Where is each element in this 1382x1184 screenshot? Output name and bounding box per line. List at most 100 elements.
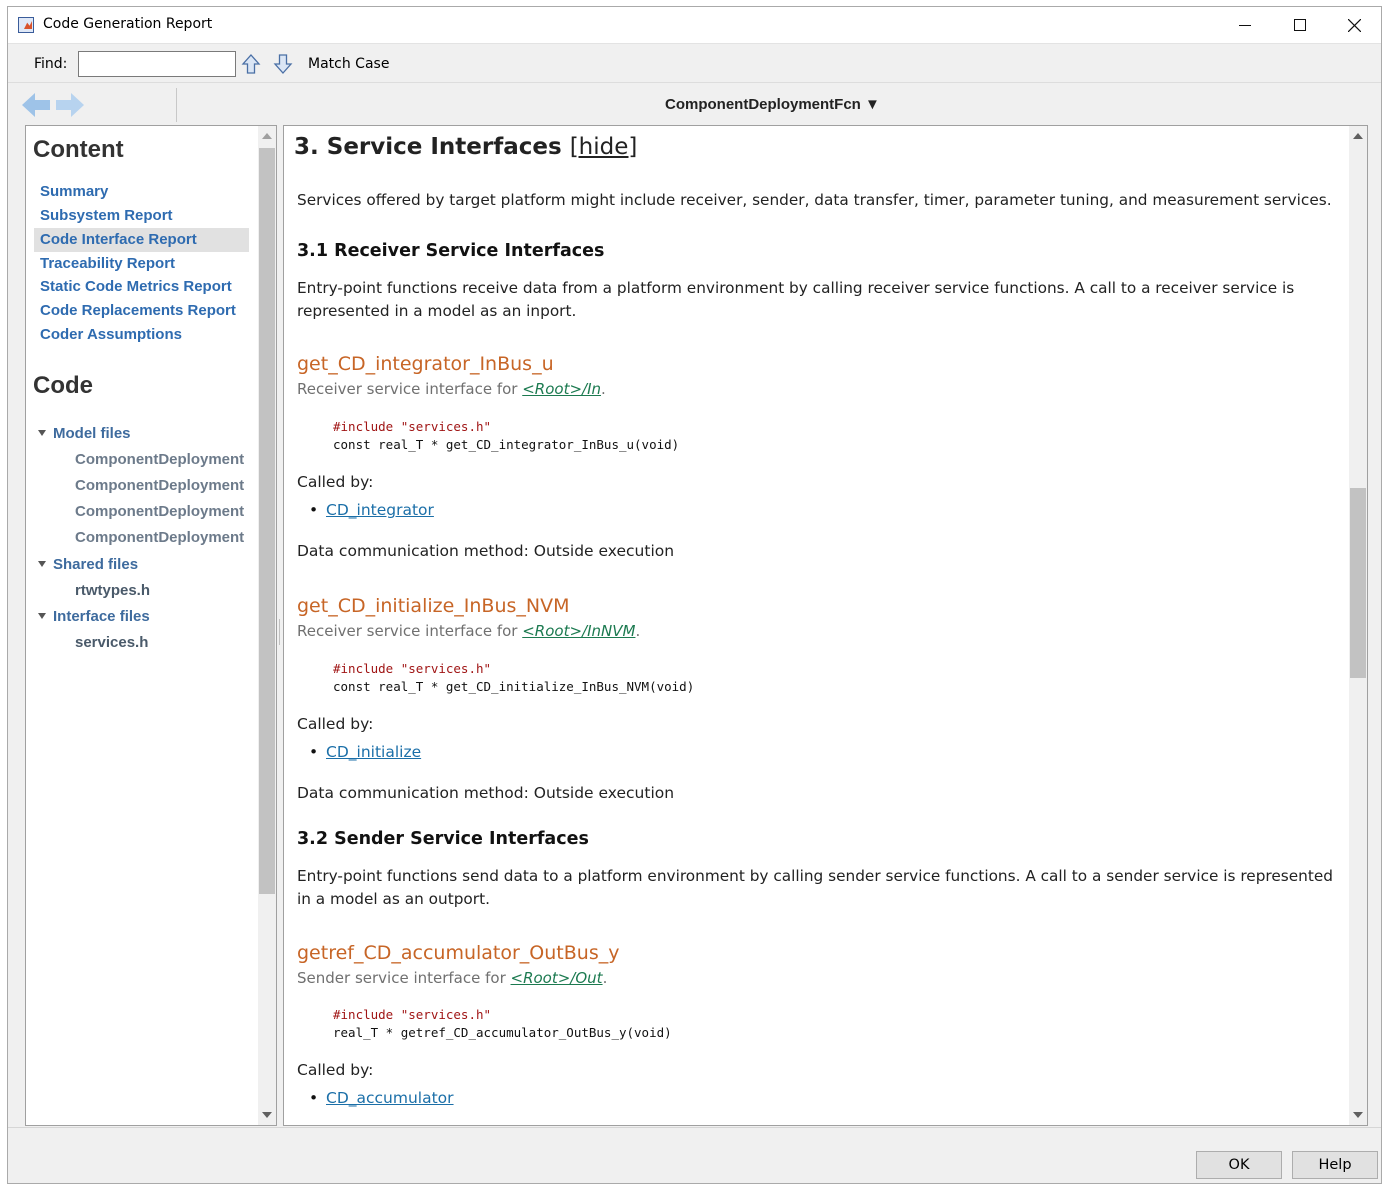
toc-code-replacements-report[interactable]: Code Replacements Report	[34, 299, 249, 323]
root-port-link[interactable]: <Root>/InNVM	[522, 622, 635, 640]
window-title: Code Generation Report	[43, 16, 213, 32]
footer-separator	[8, 1127, 1381, 1128]
called-by-label: Called by:	[297, 473, 374, 491]
code-signature: const real_T * get_CD_initialize_InBus_N…	[333, 679, 695, 694]
close-button[interactable]	[1327, 7, 1381, 43]
match-case-toggle[interactable]: Match Case	[308, 56, 389, 72]
code-signature: real_T * getref_CD_accumulator_OutBus_y(…	[333, 1025, 672, 1040]
expand-triangle-icon	[38, 561, 46, 568]
caller-link: CD_accumulator	[309, 1089, 454, 1107]
scrollbar-thumb[interactable]	[1350, 488, 1366, 678]
section-intro: Services offered by target platform migh…	[297, 191, 1332, 209]
data-communication-method: Data communication method: Outside execu…	[297, 542, 675, 560]
tree-folder-label: Model files	[53, 425, 131, 442]
code-include: #include "services.h"	[333, 419, 492, 434]
help-button[interactable]: Help	[1292, 1151, 1378, 1179]
function-name: getref_CD_accumulator_OutBus_y	[297, 942, 620, 964]
report-window: Code Generation Report Find: Match Case	[7, 6, 1382, 1184]
toc-code-interface-report[interactable]: Code Interface Report	[34, 228, 249, 252]
function-desc-text: Receiver service interface for	[297, 380, 523, 398]
function-desc-suffix: .	[601, 380, 606, 398]
scroll-up-icon[interactable]	[1353, 133, 1363, 139]
arrow-down-icon	[273, 54, 293, 74]
tree-folder-model-files[interactable]: Model files	[38, 422, 131, 446]
root-port-link[interactable]: <Root>/Out	[511, 969, 603, 987]
sender-interfaces-heading: 3.2 Sender Service Interfaces	[297, 829, 589, 849]
function-desc-suffix: .	[635, 622, 641, 640]
navigation-bar: ComponentDeploymentFcn ▼	[8, 84, 1381, 126]
scroll-down-icon[interactable]	[1353, 1112, 1363, 1118]
tree-file[interactable]: ComponentDeployment	[75, 474, 244, 498]
contents-scrollbar[interactable]	[258, 126, 276, 1125]
tree-file[interactable]: ComponentDeployment	[75, 526, 244, 550]
hide-section-link[interactable]: [hide]	[570, 134, 638, 160]
code-include: #include "services.h"	[333, 661, 492, 676]
function-description: Sender service interface for <Root>/Out.	[297, 969, 607, 987]
app-icon	[18, 17, 34, 33]
caller-link: CD_integrator	[309, 501, 434, 519]
minimize-button[interactable]	[1218, 7, 1272, 43]
tree-file[interactable]: rtwtypes.h	[75, 579, 150, 603]
expand-triangle-icon	[38, 430, 46, 437]
arrow-up-icon	[241, 54, 261, 74]
content-scrollbar[interactable]	[1349, 126, 1367, 1125]
function-description: Receiver service interface for <Root>/In…	[297, 622, 640, 640]
function-name: get_CD_integrator_InBus_u	[297, 353, 554, 375]
scroll-up-icon[interactable]	[262, 133, 272, 139]
toc-summary[interactable]: Summary	[34, 180, 249, 204]
maximize-button[interactable]	[1273, 7, 1327, 43]
minimize-icon	[1239, 25, 1251, 26]
called-by-label: Called by:	[297, 1061, 374, 1079]
tree-file[interactable]: ComponentDeployment	[75, 500, 244, 524]
forward-arrow-icon	[56, 93, 84, 117]
document-selector[interactable]: ComponentDeploymentFcn ▼	[665, 96, 880, 113]
caller-link-text[interactable]: CD_accumulator	[326, 1089, 454, 1107]
back-button[interactable]	[20, 92, 52, 118]
code-block: #include "services.h" const real_T * get…	[333, 418, 679, 454]
code-heading: Code	[33, 372, 93, 399]
toc-traceability-report[interactable]: Traceability Report	[34, 252, 249, 276]
scrollbar-thumb[interactable]	[259, 148, 275, 894]
caller-link-text[interactable]: CD_initialize	[326, 743, 421, 761]
ok-button[interactable]: OK	[1196, 1151, 1282, 1179]
code-block: #include "services.h" const real_T * get…	[333, 660, 694, 696]
forward-button[interactable]	[54, 92, 86, 118]
section-title: 3. Service Interfaces [hide]	[294, 134, 637, 160]
expand-triangle-icon	[38, 613, 46, 620]
toc-subsystem-report[interactable]: Subsystem Report	[34, 204, 249, 228]
function-description: Receiver service interface for <Root>/In…	[297, 380, 606, 398]
tree-folder-shared-files[interactable]: Shared files	[38, 553, 138, 577]
contents-pane: Content Summary Subsystem Report Code In…	[25, 125, 277, 1126]
scroll-down-icon[interactable]	[262, 1112, 272, 1118]
tree-folder-interface-files[interactable]: Interface files	[38, 605, 150, 629]
find-previous-button[interactable]	[240, 53, 262, 75]
toc-coder-assumptions[interactable]: Coder Assumptions	[34, 323, 249, 347]
content-heading: Content	[33, 136, 124, 163]
function-desc-text: Sender service interface for	[297, 969, 511, 987]
tree-folder-label: Shared files	[53, 556, 139, 573]
find-toolbar: Find: Match Case	[8, 43, 1381, 83]
code-include: #include "services.h"	[333, 1007, 492, 1022]
find-label: Find:	[34, 56, 68, 72]
tree-folder-label: Interface files	[53, 608, 150, 625]
section-title-text: 3. Service Interfaces	[294, 134, 570, 160]
caller-link-text[interactable]: CD_integrator	[326, 501, 434, 519]
tree-file[interactable]: services.h	[75, 631, 148, 655]
function-name: get_CD_initialize_InBus_NVM	[297, 595, 570, 617]
code-signature: const real_T * get_CD_integrator_InBus_u…	[333, 437, 680, 452]
report-content-pane: 3. Service Interfaces [hide] Services of…	[283, 125, 1368, 1126]
data-communication-method: Data communication method: Outside execu…	[297, 784, 675, 802]
receiver-description: Entry-point functions receive data from …	[297, 279, 1295, 320]
tree-file[interactable]: ComponentDeployment	[75, 448, 244, 472]
close-icon	[1347, 18, 1361, 32]
called-by-label: Called by:	[297, 715, 374, 733]
find-input[interactable]	[78, 51, 236, 77]
maximize-icon	[1294, 19, 1306, 31]
sender-description: Entry-point functions send data to a pla…	[297, 867, 1333, 908]
find-next-button[interactable]	[272, 53, 294, 75]
root-port-link[interactable]: <Root>/In	[522, 380, 601, 398]
back-arrow-icon	[22, 93, 50, 117]
nav-separator	[176, 88, 177, 122]
pane-splitter[interactable]	[279, 619, 281, 645]
toc-static-code-metrics-report[interactable]: Static Code Metrics Report	[34, 275, 249, 299]
